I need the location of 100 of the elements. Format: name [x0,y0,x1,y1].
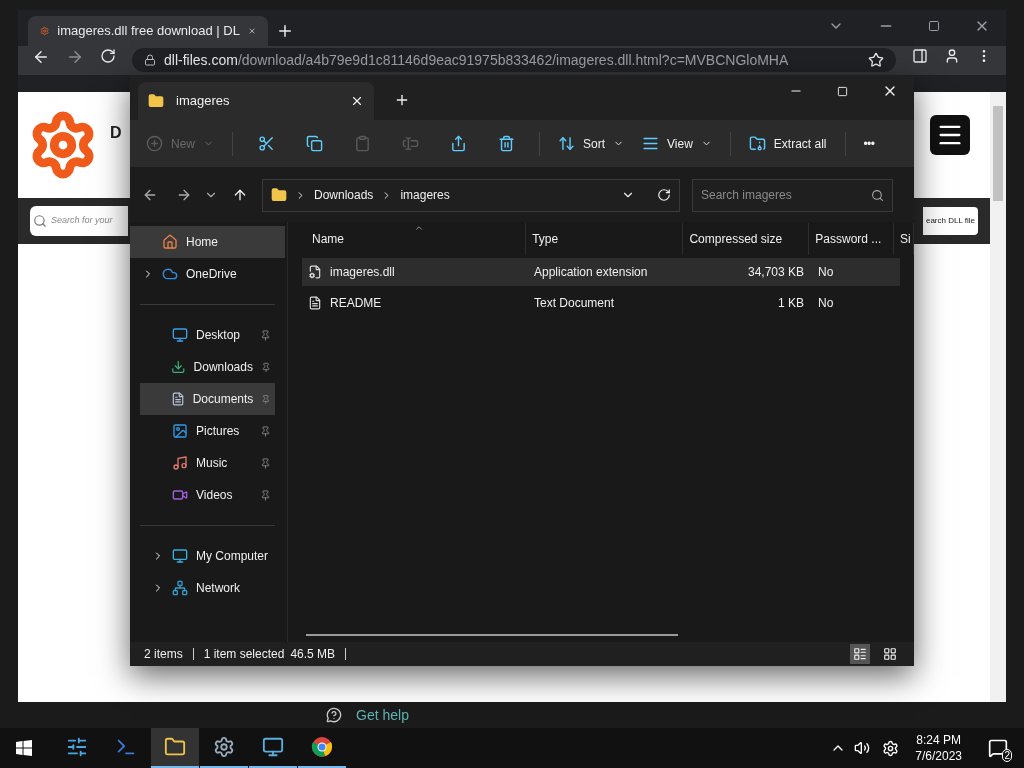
sidebar-item[interactable]: Desktop [140,319,275,351]
sidebar-item[interactable]: Videos [140,479,275,511]
file-type: Text Document [533,295,616,312]
column-header[interactable]: Name [306,223,527,255]
star-icon[interactable] [868,52,884,68]
file-size: 1 KB [777,295,804,312]
clipboard-icon [353,135,371,152]
clock[interactable]: 8:24 PM 7/6/2023 [915,732,962,764]
new-tab-icon[interactable] [276,22,294,40]
browser-icon [311,736,333,758]
lock-icon [144,54,156,66]
close-icon[interactable] [350,94,364,108]
notifications-icon[interactable] [988,738,1008,758]
pin-icon [260,489,271,501]
search-icon [871,188,884,202]
toolbar-menu-button[interactable]: View [638,127,716,160]
file-password: No [817,264,834,281]
sidebar-item[interactable]: Downloads [140,351,275,383]
taskbar-app[interactable] [151,728,199,768]
profile-icon[interactable] [944,48,960,64]
sort-icon [558,135,575,152]
file-type: Application extension [533,264,649,281]
column-header[interactable]: Type [526,223,684,255]
network-icon [172,580,188,596]
search-icon [33,214,47,228]
search-button[interactable]: earch DLL file [922,207,978,235]
new-tab-icon[interactable] [394,92,410,108]
menu-icon[interactable] [930,115,970,155]
gear-icon [213,736,235,758]
status-text: 2 items [144,646,183,663]
gear-icon[interactable] [882,739,900,757]
desktop-icon [172,327,188,343]
sidebar-item[interactable]: Network [140,572,275,604]
control-panel-icon [66,736,88,758]
refresh-icon[interactable] [657,188,671,202]
cloud-icon [162,266,178,282]
scrollbar[interactable] [990,92,1006,702]
sidebar-item[interactable]: Pictures [140,415,275,447]
toolbar-menu-button[interactable]: Sort [554,127,629,160]
file-name: imageres.dll [330,264,395,281]
get-help-link[interactable]: Get help [356,704,409,726]
horizontal-scrollbar[interactable] [306,634,678,636]
windows-icon [16,740,32,756]
computer-icon [262,736,284,758]
explorer-tab[interactable]: imageres [138,82,374,120]
picture-icon [172,423,188,439]
address-bar[interactable]: Downloads imageres [262,178,680,212]
search-placeholder: Search for your [51,214,113,228]
dll-file-icon [308,265,322,279]
pin-icon [260,361,271,373]
lines-icon [642,135,660,152]
back-icon[interactable] [142,187,158,203]
breadcrumb-item[interactable]: Downloads [314,186,374,204]
browser-tab[interactable]: imageres.dll free download | DL [28,16,268,46]
view-button[interactable] [850,644,870,664]
sidebar-item[interactable]: OneDrive [130,258,285,290]
sidebar-item[interactable]: Documents [140,383,275,415]
status-text: 1 item selected [203,646,285,663]
sidebar-item[interactable]: Home [130,226,285,258]
up-icon[interactable] [232,187,248,203]
column-header[interactable]: Password ... [809,223,894,255]
pin-icon [260,425,271,437]
rename-icon [401,135,419,152]
folder-icon [271,187,287,203]
back-icon[interactable] [32,48,50,66]
search-placeholder: Search imageres [701,187,793,204]
notification-count: 2 [1002,749,1012,762]
forward-icon[interactable] [176,187,192,203]
address-bar[interactable]: dll-files.com/download/a4b79e9d1c81146d9eac91975b833462/imageres.dll.html?c=MVBCNGloMHA [132,48,896,72]
details-view-icon [853,647,867,661]
copy-icon [305,135,323,152]
file-row[interactable]: imageres.dll Application extension 34,703 KB No [302,258,900,286]
side-panel-icon[interactable] [912,48,928,64]
more-button[interactable]: ••• [859,127,879,160]
file-name: README [330,295,382,312]
speaker-icon[interactable] [854,740,871,756]
search-field[interactable]: Search imageres [692,178,893,212]
column-header[interactable]: Si [894,223,914,255]
toolbar-button[interactable]: Extract all [744,127,831,160]
pin-icon [261,393,271,405]
file-row[interactable]: README Text Document 1 KB No [302,289,900,317]
plus-icon [146,135,163,152]
download-icon [170,359,186,375]
tab-title: imageres.dll free download | DL [57,22,240,41]
url-text: dll-files.com/download/a4b79e9d1c81146d9eac91975b833462/imageres.dll.html?c=MVBCNGloMHA [164,50,789,70]
share-icon [449,135,467,152]
forward-icon[interactable] [66,48,84,66]
column-header[interactable]: Compressed size [683,223,810,255]
computer-icon [172,548,188,564]
file-size: 34,703 KB [746,264,804,281]
trash-icon [497,135,515,152]
home-icon [162,234,178,250]
sidebar-item[interactable]: Music [140,447,275,479]
reload-icon[interactable] [100,48,116,64]
maximize-icon[interactable] [928,20,940,32]
sidebar-item[interactable]: My Computer [140,540,275,572]
folder-icon [164,736,186,758]
file-password: No [817,295,834,312]
search-field[interactable]: Search for your [30,206,128,236]
breadcrumb-item[interactable]: imageres [400,186,450,204]
